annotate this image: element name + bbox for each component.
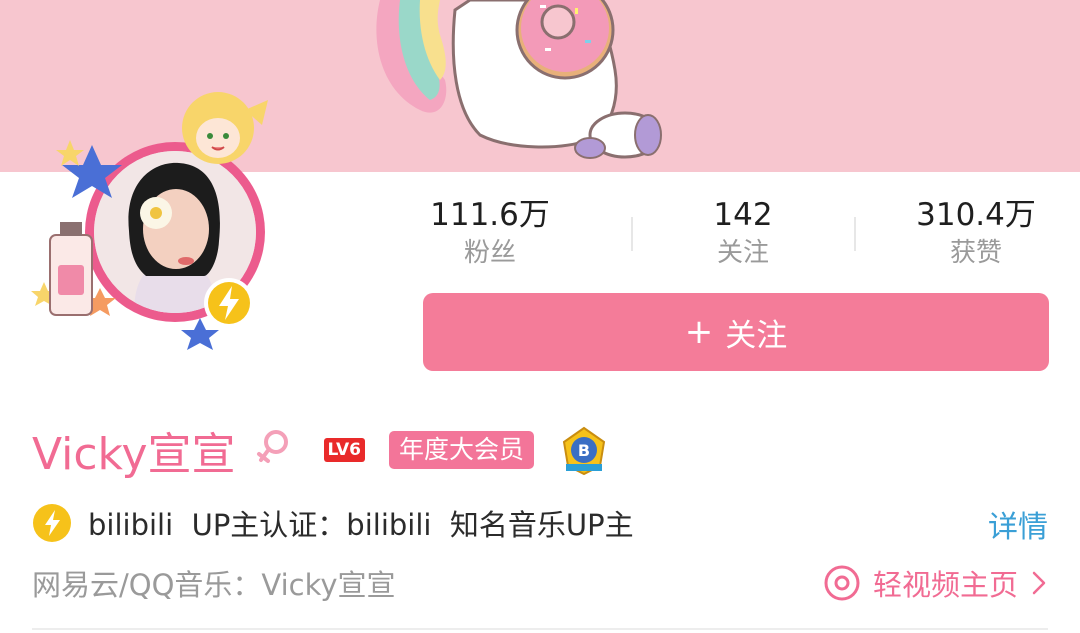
female-icon — [256, 430, 288, 463]
profile-name-row: Vicky宣宣 LV6 年度大会员 B — [32, 420, 612, 480]
stat-likes[interactable]: 310.4万 获赞 — [866, 195, 1080, 271]
music-row: 网易云/QQ音乐：Vicky宣宣 轻视频主页 — [32, 560, 1048, 606]
stat-following[interactable]: 142 关注 — [633, 195, 853, 271]
details-link[interactable]: 详情 — [988, 502, 1048, 546]
lightning-verified-icon — [204, 278, 254, 328]
vip-badge[interactable]: 年度大会员 — [388, 431, 534, 469]
profile-stats: 111.6万 粉丝 142 关注 310.4万 获赞 — [380, 195, 1080, 275]
lightning-icon — [33, 504, 71, 542]
stat-label: 关注 — [716, 238, 769, 268]
short-video-homepage-link[interactable]: 轻视频主页 — [823, 562, 1048, 604]
stat-divider — [854, 217, 856, 251]
stat-value: 111.6万 — [430, 197, 550, 233]
svg-text:B: B — [578, 441, 590, 460]
follow-button[interactable]: + 关注 — [423, 293, 1049, 371]
stat-value: 142 — [713, 197, 773, 233]
stat-label: 粉丝 — [463, 238, 516, 268]
follow-button-label: 关注 — [725, 317, 788, 354]
username: Vicky宣宣 — [32, 429, 236, 480]
stat-label: 获赞 — [949, 238, 1002, 268]
stat-value: 310.4万 — [916, 197, 1036, 233]
short-video-label: 轻视频主页 — [872, 568, 1018, 602]
medal-icon[interactable]: B — [556, 422, 612, 478]
music-platform-text: 网易云/QQ音乐：Vicky宣宣 — [32, 568, 396, 602]
short-video-icon — [824, 565, 860, 601]
plus-icon: + — [684, 312, 714, 352]
verification-row: bilibili UP主认证：bilibili 知名音乐UP主 详情 — [32, 500, 1048, 546]
level-badge: LV6 — [323, 438, 365, 462]
stat-fans[interactable]: 111.6万 粉丝 — [380, 195, 600, 271]
verification-text: bilibili UP主认证：bilibili 知名音乐UP主 — [88, 508, 634, 542]
divider — [32, 628, 1048, 630]
chevron-right-icon — [1032, 571, 1046, 595]
